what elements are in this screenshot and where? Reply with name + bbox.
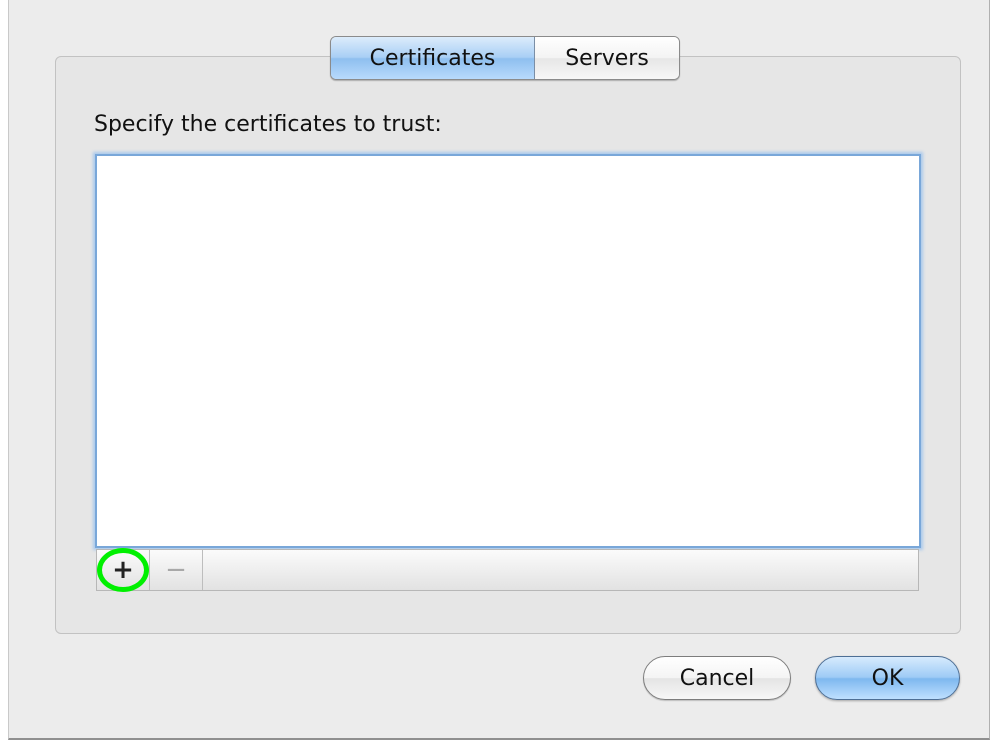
certificates-list[interactable] (95, 154, 921, 548)
tab-servers[interactable]: Servers (535, 37, 679, 79)
ok-button[interactable]: OK (815, 656, 960, 700)
tab-bar: Certificates Servers (330, 36, 680, 80)
cancel-button[interactable]: Cancel (643, 656, 791, 700)
instruction-label: Specify the certificates to trust: (94, 112, 442, 137)
list-footer-bar: + − (96, 549, 919, 591)
remove-certificate-button[interactable]: − (150, 550, 203, 590)
tab-certificates[interactable]: Certificates (331, 37, 535, 79)
add-certificate-button[interactable]: + (97, 550, 150, 590)
